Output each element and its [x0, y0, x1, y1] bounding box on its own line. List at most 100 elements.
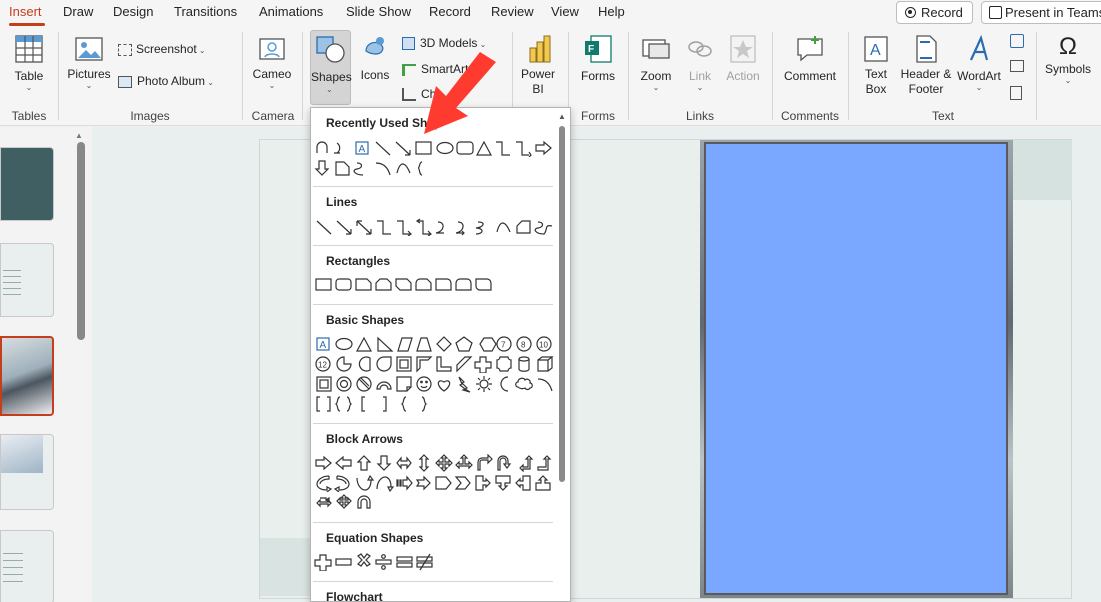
octagon-shape[interactable]: 8 [516, 336, 532, 352]
icons-button[interactable]: Icons [355, 30, 395, 82]
smiley-face-shape[interactable] [416, 376, 432, 392]
3d-models-button[interactable]: 3D Models ⌄ [402, 36, 486, 51]
half-frame-shape[interactable] [416, 356, 433, 373]
scroll-up-icon[interactable]: ▲ [558, 112, 566, 121]
curved-down-arrow-shape[interactable] [376, 476, 395, 492]
notched-right-arrow-shape[interactable] [415, 475, 431, 491]
tab-view[interactable]: View [551, 4, 579, 19]
tab-design[interactable]: Design [113, 4, 153, 19]
table-button[interactable]: Table ⌄ [10, 30, 48, 92]
heart-shape[interactable] [437, 380, 451, 392]
snip-round-shape[interactable] [415, 278, 432, 291]
cloud-shape[interactable] [515, 377, 533, 391]
tab-animations[interactable]: Animations [259, 4, 323, 19]
moon-shape[interactable] [500, 376, 509, 392]
up-arrow-shape[interactable] [356, 455, 372, 471]
left-right-arrow-callout-shape[interactable] [316, 496, 332, 508]
round-single-corner-shape[interactable] [435, 278, 452, 291]
screenshot-button[interactable]: Screenshot ⌄ [118, 42, 206, 56]
tab-help[interactable]: Help [598, 4, 625, 19]
equal-equation-shape[interactable] [396, 556, 413, 568]
pentagon-shape[interactable] [455, 336, 473, 352]
shapes-button[interactable]: Shapes ⌄ [310, 30, 352, 105]
curve-shape[interactable] [396, 163, 411, 174]
line-shape[interactable] [375, 141, 391, 156]
elbow-connector-shape[interactable] [496, 141, 510, 156]
oval-shape[interactable] [436, 141, 454, 155]
curved-up-arrow-shape[interactable] [356, 474, 375, 491]
date-time-button[interactable] [1010, 34, 1024, 51]
dropdown-scroll-thumb[interactable] [559, 126, 565, 482]
thumbnails-scrollbar[interactable] [77, 142, 85, 340]
cube-shape[interactable] [537, 356, 554, 372]
block-arc-shape[interactable] [376, 381, 392, 390]
brace-shape[interactable] [417, 161, 423, 176]
round-diagonal-shape[interactable] [475, 278, 492, 291]
curved-arrow-connector-shape[interactable] [455, 221, 465, 236]
zoom-button[interactable]: Zoom ⌄ [636, 30, 676, 92]
double-bracket-shape[interactable] [316, 396, 331, 412]
left-arrow-callout-shape[interactable] [515, 475, 531, 491]
diamond-shape[interactable] [436, 336, 452, 352]
lightning-bolt-shape[interactable] [458, 376, 471, 393]
no-symbol-shape[interactable] [356, 376, 372, 392]
slide-thumbnail[interactable] [0, 243, 54, 317]
hexagon-shape[interactable] [479, 337, 497, 352]
chord-shape[interactable] [358, 356, 371, 372]
striped-right-arrow-shape[interactable] [396, 475, 413, 491]
can-shape[interactable] [518, 356, 530, 372]
forms-button[interactable]: F Forms [578, 30, 618, 83]
record-button[interactable]: Record [896, 1, 973, 24]
elbow-connector-shape[interactable] [377, 220, 391, 235]
left-bracket-shape[interactable] [361, 396, 365, 412]
pictures-button[interactable]: Pictures ⌄ [66, 30, 112, 90]
tab-review[interactable]: Review [491, 4, 534, 19]
freeform-shape[interactable] [516, 220, 531, 234]
comment-button[interactable]: Comment [780, 30, 840, 83]
tab-record[interactable]: Record [429, 4, 471, 19]
bent-up-arrow-shape[interactable] [537, 455, 552, 471]
diagonal-stripe-shape[interactable] [456, 356, 473, 373]
curved-double-arrow-shape[interactable] [475, 221, 484, 235]
photo-album-button[interactable]: Photo Album ⌄ [118, 74, 214, 88]
right-arrow-shape[interactable] [535, 140, 552, 156]
power-bi-button[interactable]: Power BI [518, 30, 562, 97]
symbols-button[interactable]: Ω Symbols ⌄ [1044, 30, 1092, 85]
heptagon-shape[interactable]: 7 [496, 336, 512, 352]
text-box-shape[interactable]: A [355, 141, 369, 155]
action-button[interactable]: Action [722, 30, 764, 83]
bevel-shape[interactable] [316, 376, 332, 392]
rounded-rectangle-shape[interactable] [335, 278, 352, 291]
rounded-rectangle-shape[interactable] [456, 141, 474, 155]
header-footer-button[interactable]: Header & Footer [900, 30, 952, 97]
arc-shape[interactable] [375, 162, 391, 176]
text-box-button[interactable]: A Text Box [856, 30, 896, 97]
double-arrow-line-shape[interactable] [356, 220, 372, 235]
left-brace-shape[interactable] [400, 396, 407, 412]
teardrop-shape[interactable] [376, 356, 392, 372]
parallelogram-shape[interactable] [397, 337, 413, 352]
freeform-shape[interactable] [353, 162, 364, 176]
left-right-up-arrow-shape[interactable] [455, 454, 473, 470]
rectangle-shape[interactable] [415, 141, 432, 155]
bent-arrow-shape[interactable] [477, 454, 493, 471]
left-arrow-shape[interactable] [335, 455, 352, 471]
line-shape[interactable] [316, 220, 332, 235]
down-arrow-callout-shape[interactable] [495, 475, 511, 491]
plaque-shape[interactable] [496, 356, 512, 372]
tab-insert[interactable]: Insert [9, 4, 42, 19]
divide-equation-shape[interactable] [375, 554, 392, 570]
scroll-up-icon[interactable]: ▲ [75, 131, 83, 140]
pie-shape[interactable] [336, 356, 352, 372]
not-equal-equation-shape[interactable] [416, 553, 433, 571]
snip-corner-shape[interactable] [335, 161, 350, 176]
rectangle-shape[interactable] [315, 278, 332, 291]
decagon-shape[interactable]: 10 [536, 336, 552, 352]
curved-arrow-shape[interactable] [316, 141, 328, 153]
slide-thumbnail[interactable] [0, 434, 54, 510]
arrow-line-shape[interactable] [336, 220, 352, 235]
up-arrow-callout-shape[interactable] [535, 475, 551, 491]
l-shape[interactable] [436, 356, 452, 372]
left-up-arrow-shape[interactable] [519, 455, 534, 472]
blue-rectangle-shape[interactable] [704, 142, 1008, 595]
